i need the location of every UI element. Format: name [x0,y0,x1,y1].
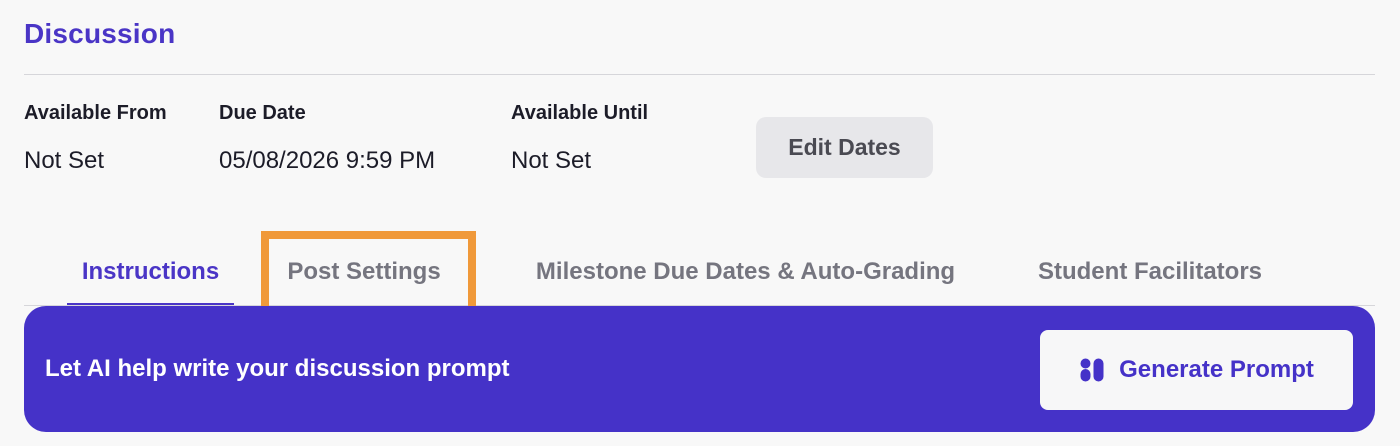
page-title: Discussion [24,18,176,49]
available-until-group: Available Until Not Set [511,100,648,176]
header-divider [24,74,1375,75]
generate-prompt-label: Generate Prompt [1119,356,1314,383]
available-until-value: Not Set [511,147,592,174]
tab-milestone-due-dates[interactable]: Milestone Due Dates & Auto-Grading [504,240,987,304]
available-from-label: Available From [24,102,167,124]
due-date-label: Due Date [219,102,306,124]
generate-prompt-button[interactable]: Generate Prompt [1040,330,1353,410]
available-from-value: Not Set [24,147,105,174]
available-from-group: Available From Not Set [24,100,167,176]
available-until-label: Available Until [511,102,649,124]
tab-bar: Instructions Post Settings Milestone Due… [24,240,1375,306]
ai-sparkle-icon [1080,358,1104,382]
due-date-group: Due Date 05/08/2026 9:59 PM [219,100,435,176]
tab-student-facilitators[interactable]: Student Facilitators [1019,240,1281,304]
discussion-settings-page: Discussion Available From Not Set Due Da… [0,0,1400,446]
tab-instructions[interactable]: Instructions [67,240,234,306]
due-date-value: 05/08/2026 9:59 PM [219,147,436,174]
ai-prompt-banner: Let AI help write your discussion prompt… [24,306,1375,432]
ai-banner-text: Let AI help write your discussion prompt [45,355,510,382]
edit-dates-button[interactable]: Edit Dates [756,117,933,178]
tab-post-settings[interactable]: Post Settings [269,240,459,304]
